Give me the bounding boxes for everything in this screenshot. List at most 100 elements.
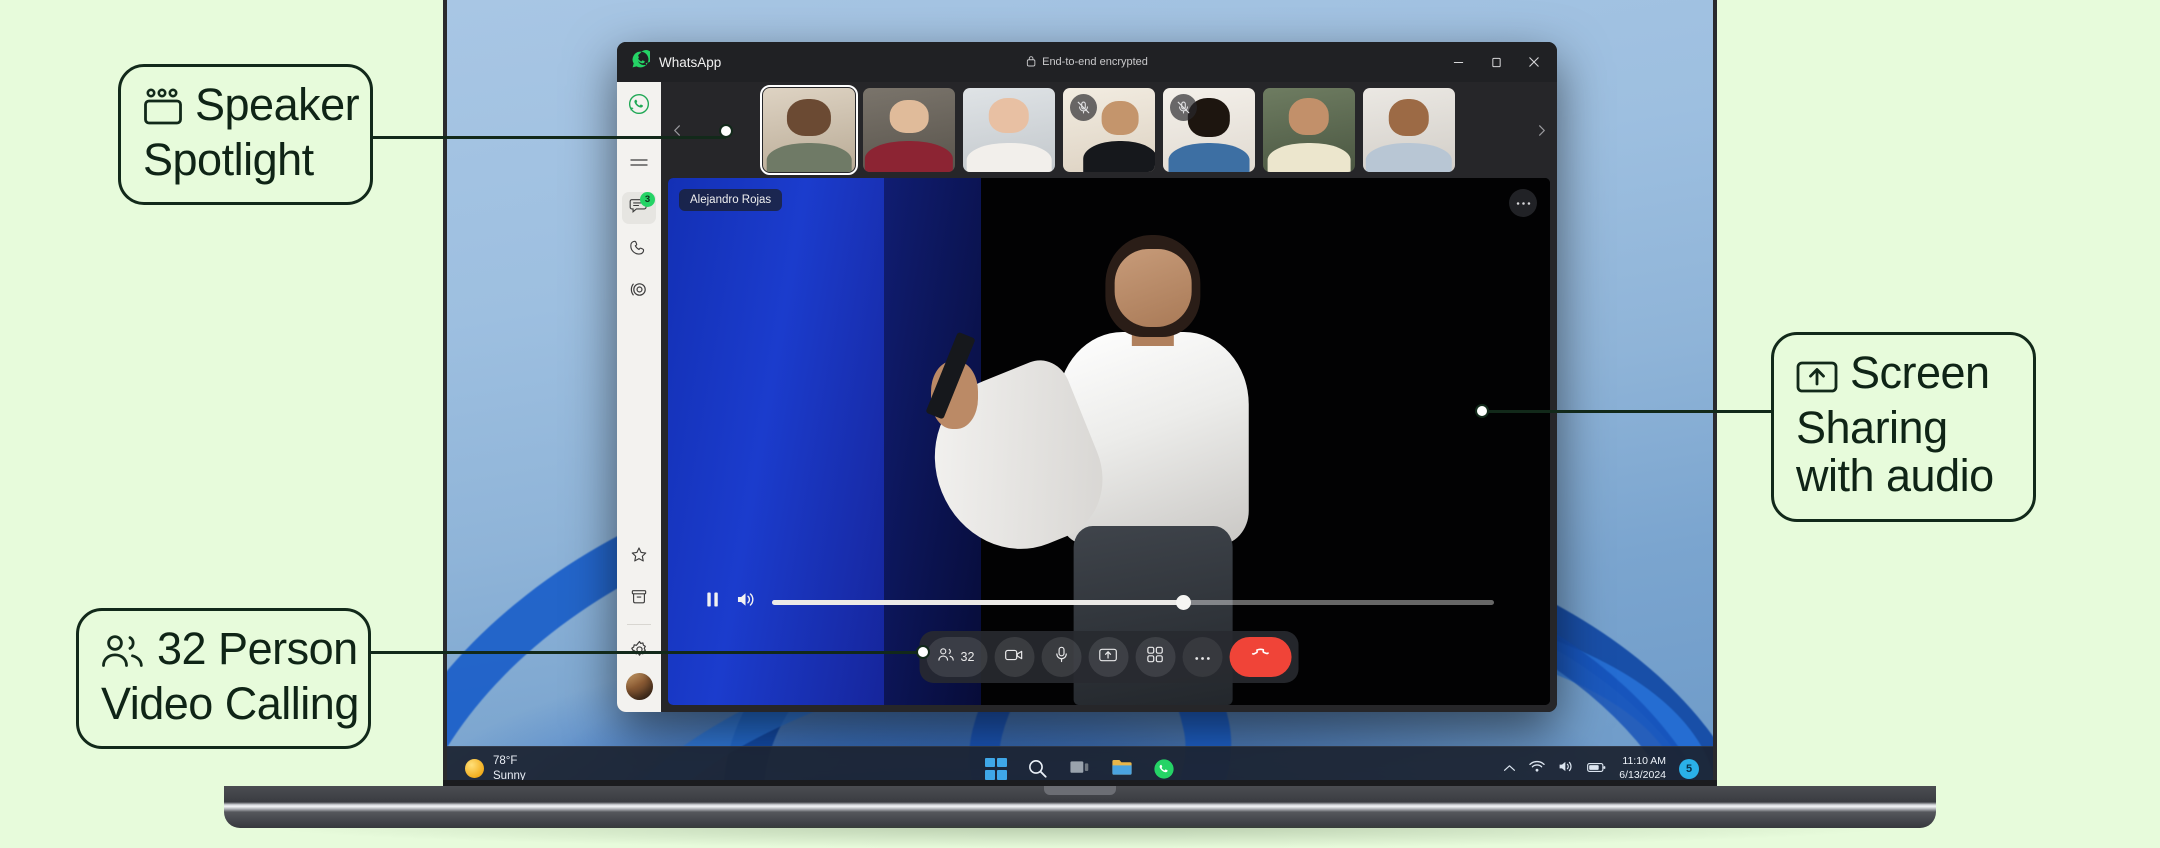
close-icon[interactable] <box>1515 45 1553 79</box>
speaker-spotlight-icon <box>143 87 183 136</box>
connector-line-screen <box>1488 410 1773 413</box>
lock-icon <box>1026 55 1036 70</box>
notification-badge[interactable]: 5 <box>1679 759 1699 779</box>
share-screen-button[interactable] <box>1088 637 1128 677</box>
taskbar-clock[interactable]: 11:10 AM 6/13/2024 <box>1619 755 1666 782</box>
pause-icon[interactable] <box>705 591 720 613</box>
microphone-icon <box>1054 646 1068 668</box>
call-control-bar: 32 <box>920 631 1299 683</box>
participant-count: 32 <box>961 650 975 664</box>
whatsapp-logo-icon <box>628 93 650 120</box>
sidebar-item-starred[interactable] <box>622 541 656 573</box>
callout-line: Screen <box>1850 347 1990 398</box>
participant-thumbnail[interactable] <box>1063 88 1155 172</box>
people-icon <box>101 631 145 680</box>
layout-button[interactable] <box>1135 637 1175 677</box>
participant-thumbnail[interactable] <box>863 88 955 172</box>
speaker-icon[interactable] <box>1558 760 1574 778</box>
media-progress-fill <box>772 600 1184 605</box>
laptop-hinge-notch <box>1044 786 1116 795</box>
sidebar-item-calls[interactable] <box>622 234 656 266</box>
callout-line: with audio <box>1796 452 2011 501</box>
callout-line: Sharing <box>1796 404 2011 453</box>
participant-strip <box>661 82 1557 178</box>
callout-line: Video Calling <box>101 680 346 729</box>
chevron-up-icon[interactable] <box>1503 760 1516 778</box>
people-icon <box>938 647 955 667</box>
status-icon <box>630 280 649 304</box>
folder-icon[interactable] <box>1111 758 1133 780</box>
star-icon <box>630 546 648 569</box>
participant-thumbnail[interactable] <box>963 88 1055 172</box>
app-title: WhatsApp <box>659 55 721 70</box>
encryption-label: End-to-end encrypted <box>1042 56 1148 68</box>
callout-line: Speaker <box>195 79 359 130</box>
shared-content-backdrop <box>668 178 884 705</box>
connector-line-people <box>371 651 923 654</box>
participant-thumbnail[interactable] <box>763 88 855 172</box>
participant-thumbnails <box>694 88 1524 172</box>
mute-indicator-icon <box>1070 94 1097 121</box>
encryption-indicator: End-to-end encrypted <box>1026 55 1148 70</box>
rail-divider <box>627 624 651 625</box>
profile-avatar[interactable] <box>626 673 653 700</box>
battery-icon[interactable] <box>1587 760 1606 778</box>
call-stage: Alejandro Rojas <box>661 82 1557 712</box>
connector-dot-people <box>916 645 930 659</box>
maximize-icon[interactable] <box>1477 45 1515 79</box>
window-titlebar: WhatsApp End-to-end encrypted <box>617 42 1557 82</box>
video-camera-icon <box>1005 648 1024 667</box>
chevron-right-icon[interactable] <box>1531 124 1551 137</box>
chevron-left-icon[interactable] <box>667 124 687 137</box>
participant-thumbnail[interactable] <box>1163 88 1255 172</box>
phone-icon <box>630 239 648 262</box>
volume-icon[interactable] <box>736 591 756 613</box>
connector-dot-screen <box>1475 404 1489 418</box>
hamburger-menu-icon <box>630 157 648 176</box>
search-icon[interactable] <box>1027 758 1049 780</box>
participant-thumbnail[interactable] <box>1363 88 1455 172</box>
windows-start-icon[interactable] <box>985 758 1007 780</box>
task-view-icon[interactable] <box>1069 758 1091 780</box>
participants-button[interactable]: 32 <box>927 637 988 677</box>
callout-screen-sharing: Screen Sharing with audio <box>1771 332 2036 522</box>
wifi-icon[interactable] <box>1529 760 1545 778</box>
laptop-screen: WhatsApp End-to-end encrypted <box>443 0 1717 790</box>
taskbar-system-tray: 11:10 AM 6/13/2024 5 <box>1503 755 1699 782</box>
more-options-button[interactable] <box>1182 637 1222 677</box>
whatsapp-logo-icon[interactable] <box>1153 758 1175 780</box>
minimize-icon[interactable] <box>1439 45 1477 79</box>
sidebar-item-archived[interactable] <box>622 583 656 615</box>
archive-icon <box>630 588 648 611</box>
clock-time: 11:10 AM <box>1619 755 1666 768</box>
end-call-button[interactable] <box>1229 637 1291 677</box>
connector-dot-speaker <box>719 124 733 138</box>
sidebar-item-chats[interactable]: 3 <box>622 192 656 224</box>
more-options-icon[interactable] <box>1509 189 1537 217</box>
shared-screen-view: Alejandro Rojas <box>668 178 1550 705</box>
mute-indicator-icon <box>1170 94 1197 121</box>
laptop-shadow <box>280 826 1880 848</box>
sun-icon <box>465 759 484 778</box>
grid-layout-icon <box>1147 646 1164 668</box>
window-body: 3 <box>617 82 1557 712</box>
participant-thumbnail[interactable] <box>1263 88 1355 172</box>
media-progress-handle[interactable] <box>1176 595 1191 610</box>
navigation-rail: 3 <box>617 82 661 712</box>
sidebar-item-status[interactable] <box>622 276 656 308</box>
sidebar-item-menu[interactable] <box>622 150 656 182</box>
callout-line: 32 Person <box>157 623 358 674</box>
app-brand: WhatsApp <box>631 50 721 74</box>
media-player-controls <box>705 591 1494 613</box>
whatsapp-window: WhatsApp End-to-end encrypted <box>617 42 1557 712</box>
end-call-icon <box>1249 648 1272 666</box>
taskbar-weather-widget[interactable]: 78°F Sunny <box>465 754 526 782</box>
camera-button[interactable] <box>994 637 1034 677</box>
whatsapp-logo-icon <box>631 50 650 74</box>
weather-temperature: 78°F <box>493 754 526 768</box>
callout-speaker-spotlight: Speaker Spotlight <box>118 64 373 205</box>
microphone-button[interactable] <box>1041 637 1081 677</box>
media-progress-slider[interactable] <box>772 600 1494 605</box>
taskbar-app-icons <box>985 758 1175 780</box>
chats-unread-badge: 3 <box>640 192 655 207</box>
